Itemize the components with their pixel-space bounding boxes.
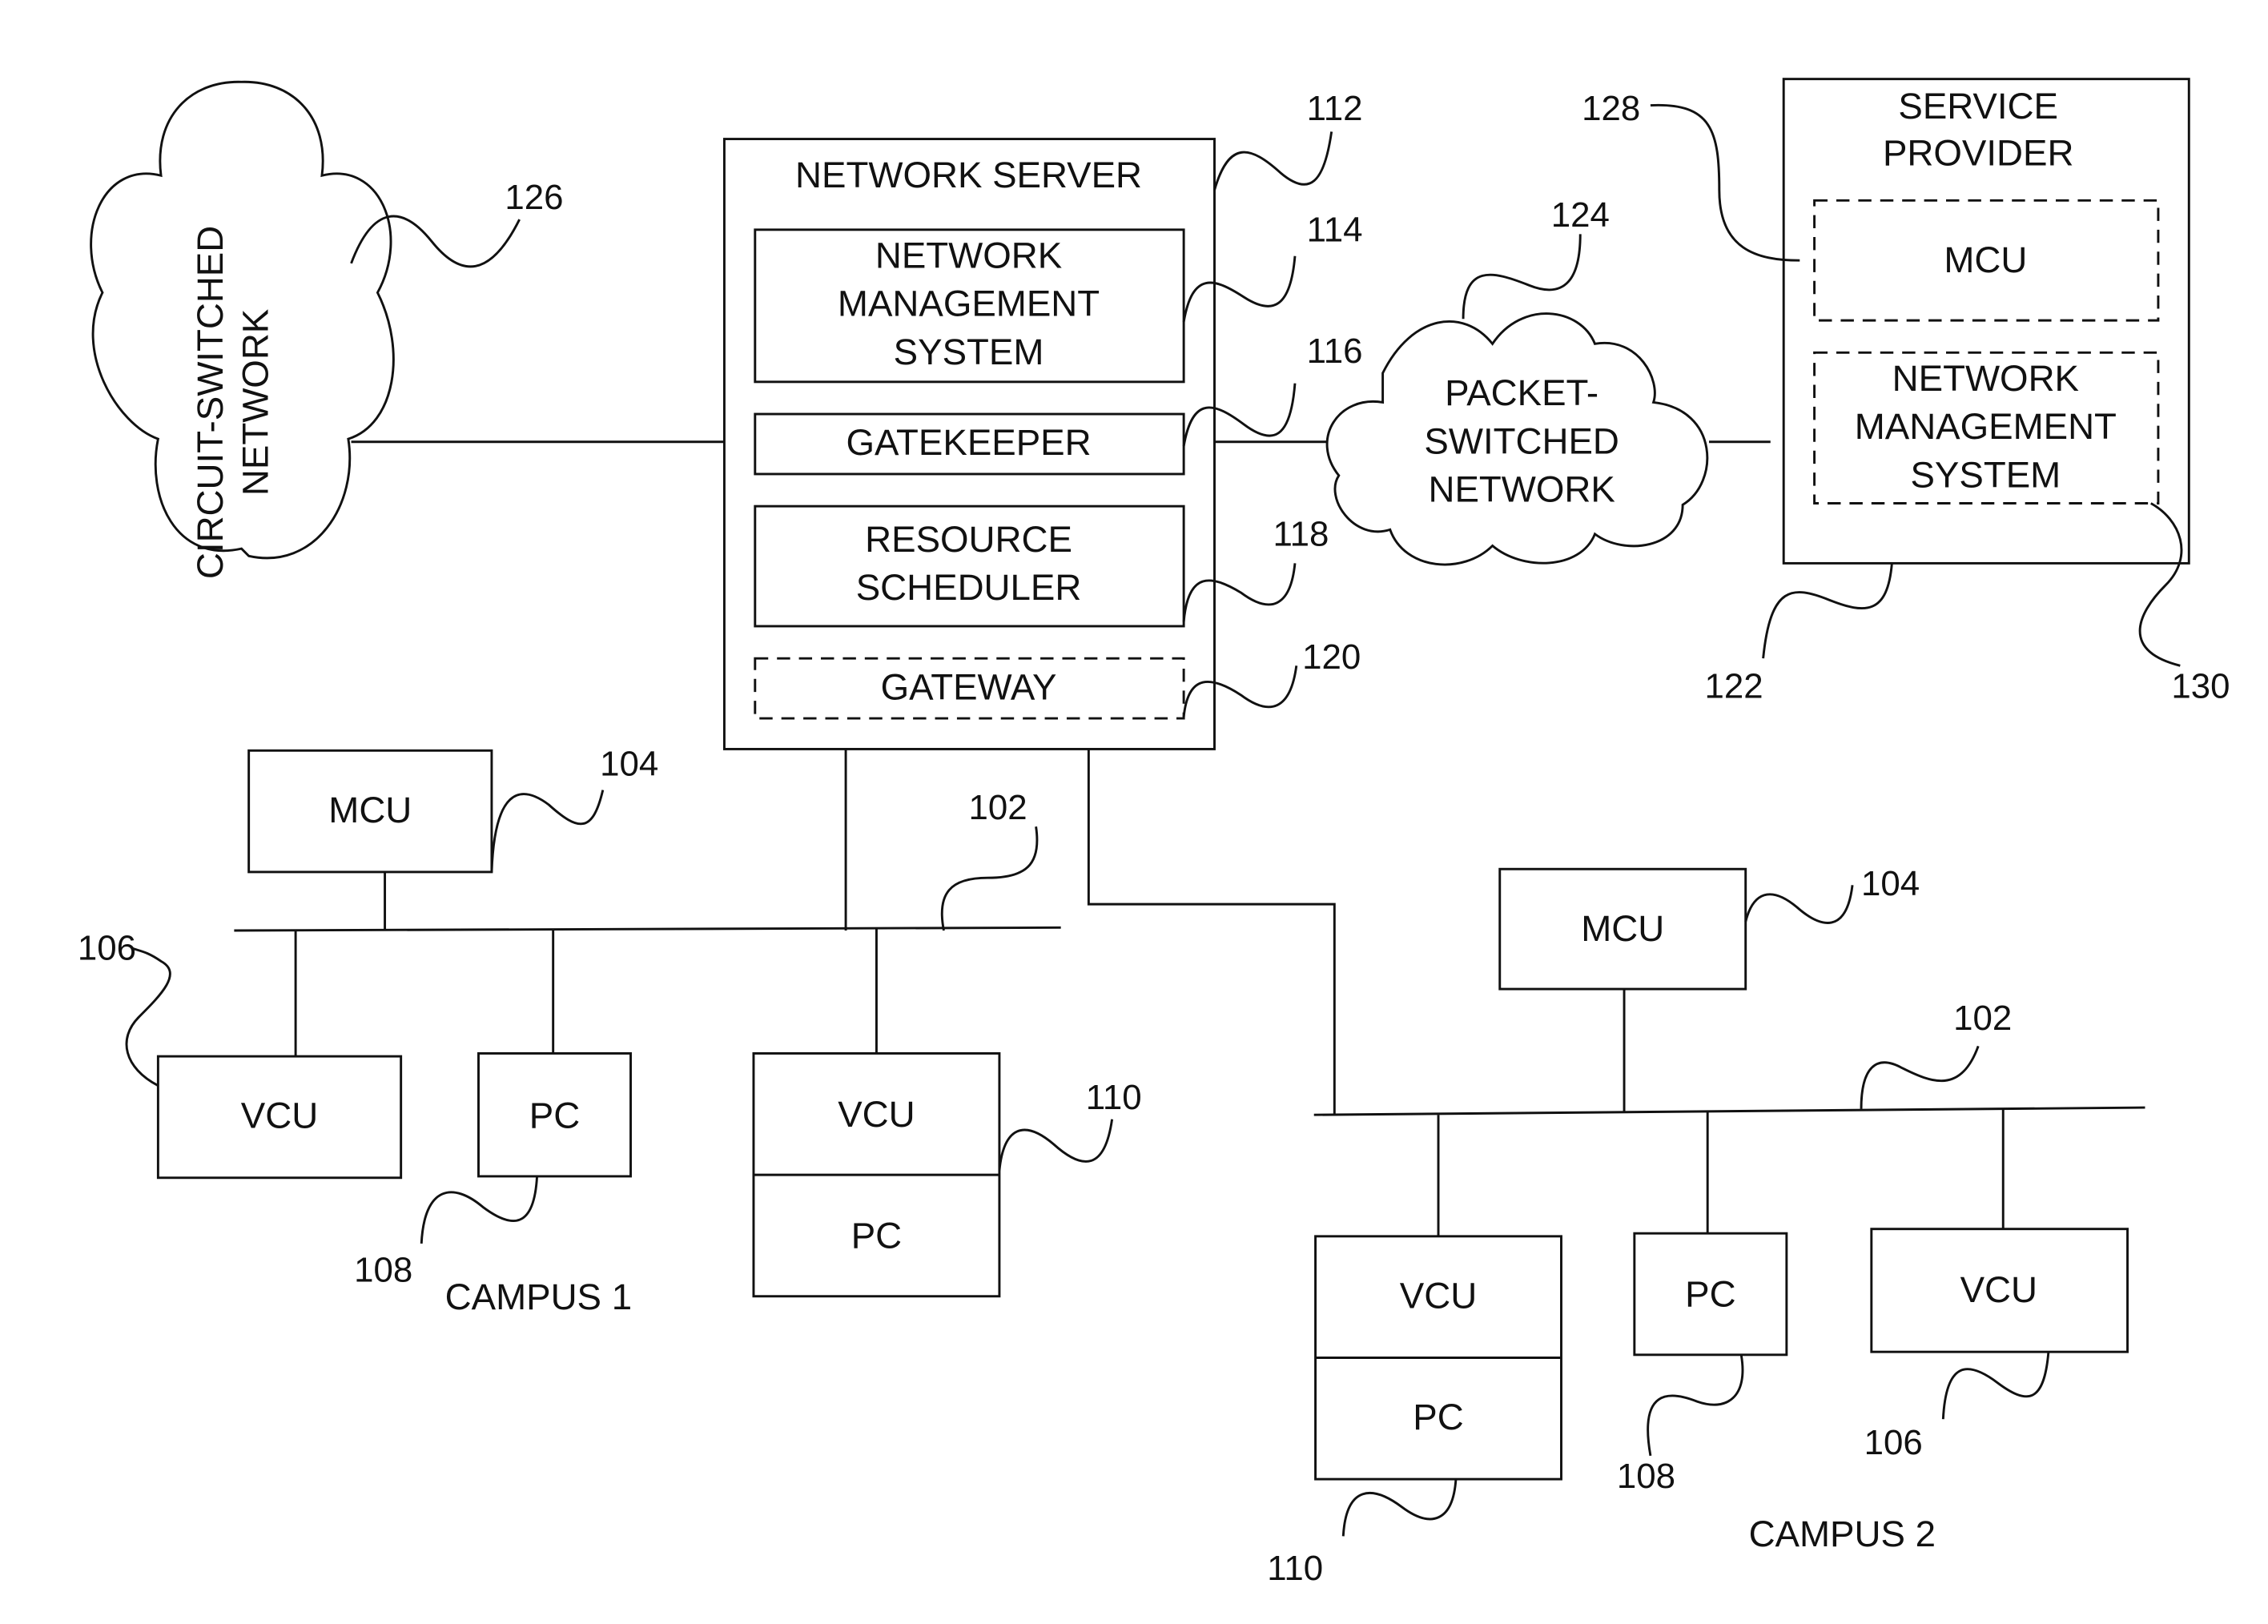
leader-104-c2: [1744, 885, 1854, 924]
circuit-network-line2: NETWORK: [235, 309, 275, 496]
ref-112: 112: [1307, 89, 1363, 128]
campus2-vcupc-top: VCU: [1400, 1275, 1477, 1316]
leader-128: [1650, 103, 1800, 262]
ref-110-c2: 110: [1267, 1549, 1323, 1588]
resource-scheduler-line1: RESOURCE: [865, 519, 1072, 560]
ref-102-c1: 102: [969, 788, 1027, 827]
ref-106-c1: 106: [78, 929, 136, 968]
leader-102-c1: [940, 826, 1039, 931]
campus-2: 102 MCU 104 VCU PC 110 PC 108 VCU 106 CA…: [1267, 864, 2145, 1588]
leader-124: [1462, 234, 1582, 320]
campus2-mcu-label: MCU: [1581, 908, 1664, 949]
leader-122: [1762, 563, 1893, 659]
campus1-vcupc-bottom: PC: [851, 1215, 902, 1256]
packet-network-line1: PACKET-: [1445, 372, 1598, 413]
service-provider-line2: PROVIDER: [1883, 132, 2073, 173]
service-provider-line1: SERVICE: [1898, 86, 2058, 127]
network-server-title: NETWORK SERVER: [795, 155, 1142, 195]
leader-112: [1213, 131, 1333, 191]
provider-nms-line1: NETWORK: [1892, 358, 2079, 399]
network-diagram: CIRCUIT-SWITCHED NETWORK 126 NETWORK SER…: [78, 78, 2230, 1588]
campus1-bus: [234, 926, 1061, 932]
ref-106-c2: 106: [1864, 1423, 1923, 1462]
provider-mcu-label: MCU: [1944, 239, 2027, 280]
leader-104-c1: [490, 790, 605, 872]
nms-line1: NETWORK: [875, 235, 1062, 275]
network-server: NETWORK SERVER NETWORK MANAGEMENT SYSTEM…: [722, 89, 1363, 750]
ref-102-c2: 102: [1953, 999, 2012, 1038]
campus2-vcupc-bottom: PC: [1413, 1397, 1463, 1437]
service-provider: SERVICE PROVIDER MCU NETWORK MANAGEMENT …: [1582, 78, 2230, 705]
campus1-label: CAMPUS 1: [445, 1276, 632, 1317]
ref-108-c2: 108: [1617, 1457, 1675, 1496]
ref-108-c1: 108: [354, 1250, 412, 1289]
ref-122: 122: [1705, 666, 1763, 705]
ref-118: 118: [1273, 514, 1329, 553]
ref-126: 126: [505, 178, 563, 217]
provider-nms-line3: SYSTEM: [1910, 454, 2061, 495]
campus1-vcupc-top: VCU: [838, 1094, 915, 1135]
leader-106-c2: [1941, 1352, 2050, 1420]
packet-switched-network: PACKET- SWITCHED NETWORK 124: [1325, 195, 1709, 566]
campus1-pc-label: PC: [529, 1095, 580, 1136]
ref-104-c2: 104: [1861, 864, 1920, 903]
gateway-label: GATEWAY: [881, 666, 1057, 707]
circuit-network-line1: CIRCUIT-SWITCHED: [190, 226, 231, 579]
leader-110-c1: [998, 1119, 1114, 1171]
circuit-switched-network: CIRCUIT-SWITCHED NETWORK 126: [90, 80, 564, 579]
gatekeeper-label: GATEKEEPER: [846, 422, 1091, 463]
resource-scheduler-line2: SCHEDULER: [856, 567, 1082, 608]
leader-108-c2: [1647, 1354, 1744, 1457]
ref-104-c1: 104: [600, 744, 658, 783]
ref-130: 130: [2171, 666, 2230, 705]
leader-108-c1: [420, 1176, 539, 1244]
leader-102-c2: [1860, 1045, 1980, 1109]
campus2-label: CAMPUS 2: [1749, 1513, 1936, 1554]
ref-110-c1: 110: [1086, 1078, 1142, 1117]
ref-116: 116: [1307, 332, 1363, 371]
ref-114: 114: [1307, 210, 1363, 249]
link-server-campus2: [1087, 749, 1336, 1115]
campus2-bus: [1313, 1106, 2145, 1116]
ref-124: 124: [1551, 195, 1610, 235]
ref-128: 128: [1582, 89, 1640, 128]
packet-network-line3: NETWORK: [1428, 469, 1615, 510]
campus-1: 102 MCU 104 VCU 106 PC 108 VCU PC 110 CA…: [78, 744, 1142, 1317]
packet-network-line2: SWITCHED: [1424, 420, 1619, 461]
campus2-vcu-label: VCU: [1960, 1269, 2037, 1310]
ref-120: 120: [1302, 637, 1361, 677]
leader-110-c2: [1341, 1479, 1458, 1537]
nms-line2: MANAGEMENT: [838, 283, 1100, 324]
campus2-pc-label: PC: [1685, 1274, 1735, 1315]
nms-line3: SYSTEM: [894, 332, 1044, 372]
campus1-mcu-label: MCU: [328, 790, 412, 830]
provider-nms-line2: MANAGEMENT: [1855, 406, 2117, 447]
campus1-vcu-label: VCU: [241, 1095, 318, 1136]
